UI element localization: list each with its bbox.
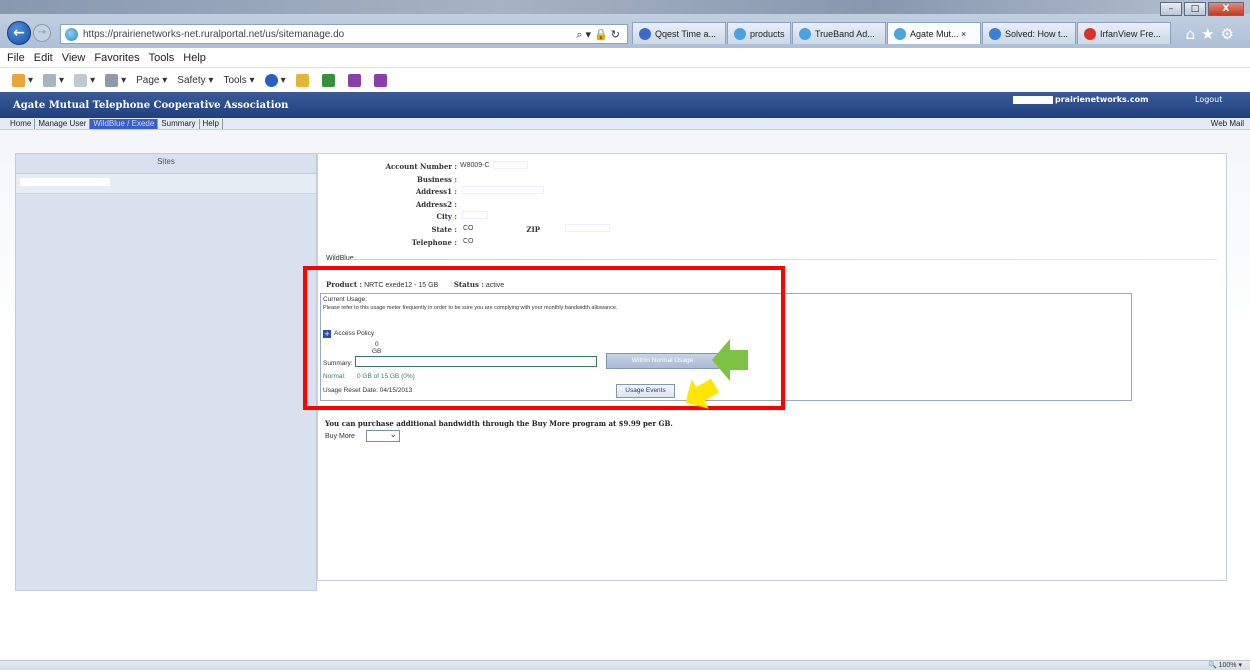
redacted-zip — [565, 224, 610, 232]
onenote-icon[interactable] — [347, 73, 364, 87]
command-bar: ▾ ▾ ▾ ▾ Page ▾ Safety ▾ Tools ▾ ▾ — [0, 68, 1250, 92]
buy-more-select[interactable]: ⌄ — [366, 430, 400, 442]
onenote-icon-2[interactable] — [373, 73, 390, 87]
nav-wildblue-exede[interactable]: WildBlue / Exede — [90, 119, 159, 129]
home-star-gear-icons[interactable]: ⌂★⚙ — [1186, 25, 1240, 43]
browser-tab[interactable]: IrfanView Fre... — [1077, 22, 1171, 44]
tab-favicon-icon — [639, 27, 651, 40]
logout-link[interactable]: Logout — [1195, 95, 1222, 104]
status-bar: 🔍 100% ▾ — [0, 660, 1250, 670]
nav-help[interactable]: Help — [200, 119, 223, 129]
account-number-label: Account Number : — [385, 162, 457, 171]
chevron-down-icon: ⌄ — [389, 430, 397, 440]
telephone-value: CO — [463, 238, 474, 245]
print-icon[interactable]: ▾ — [105, 73, 126, 87]
browser-tab[interactable]: Solved: How t... — [982, 22, 1076, 44]
window-caption — [0, 0, 1250, 14]
menu-edit[interactable]: Edit — [34, 52, 53, 64]
browser-tab[interactable]: Qqest Time a... — [632, 22, 726, 44]
search-lock-refresh-icons[interactable]: ⌕▾🔒↻ — [576, 28, 623, 42]
portal-nav: Home Manage User WildBlue / Exede Summar… — [0, 118, 1250, 130]
maximize-button[interactable]: □ — [1184, 2, 1206, 16]
user-email: prairienetworks.com — [1013, 95, 1148, 104]
menu-help[interactable]: Help — [183, 52, 206, 64]
tab-label: Qqest Time a... — [655, 28, 717, 39]
mail-icon[interactable]: ▾ — [74, 73, 95, 87]
sites-header: Sites — [16, 154, 316, 174]
browser-tab[interactable]: products — [727, 22, 791, 44]
nav-manage-user[interactable]: Manage User — [35, 119, 91, 129]
nav-items: Home Manage User WildBlue / Exede Summar… — [7, 119, 223, 129]
page-menu[interactable]: Page ▾ — [136, 75, 167, 86]
feeds-icon[interactable]: ▾ — [43, 73, 64, 87]
back-arrow-icon[interactable]: ← — [7, 21, 31, 45]
web-mail-link[interactable]: Web Mail — [1211, 119, 1244, 128]
menu-bar: File Edit View Favorites Tools Help — [0, 48, 1250, 68]
tab-label: Solved: How t... — [1005, 28, 1069, 39]
address2-label: Address2 : — [415, 200, 457, 209]
address-url[interactable]: https://prairienetworks-net.ruralportal.… — [83, 29, 344, 40]
help-icon[interactable]: ▾ — [264, 73, 286, 87]
pencil-icon[interactable] — [295, 73, 312, 87]
wildblue-divider — [350, 259, 1218, 260]
tab-label: Agate Mut... × — [910, 28, 967, 39]
address1-label: Address1 : — [415, 187, 457, 196]
portal-header: Agate Mutual Telephone Cooperative Assoc… — [0, 92, 1250, 118]
tab-favicon-icon — [989, 27, 1001, 40]
redacted-address1 — [462, 186, 544, 194]
tab-favicon-icon — [734, 27, 746, 40]
tab-label: products — [750, 28, 785, 39]
menu-view[interactable]: View — [62, 52, 86, 64]
menu-file[interactable]: File — [7, 52, 25, 64]
minimize-button[interactable]: – — [1160, 2, 1182, 16]
business-label: Business : — [416, 175, 457, 184]
tab-label: TrueBand Ad... — [815, 28, 875, 39]
close-window-button[interactable]: X — [1208, 2, 1244, 16]
sites-panel: Sites — [15, 153, 317, 591]
zoom-level[interactable]: 🔍 100% ▾ — [1208, 661, 1242, 669]
addon-icon[interactable] — [321, 73, 338, 87]
zip-label: ZIP — [526, 225, 540, 234]
browser-title-bar: – □ X ← → https://prairienetworks-net.ru… — [0, 0, 1250, 48]
browser-tabs: Qqest Time a... products TrueBand Ad... Aga… — [632, 22, 1172, 44]
org-title: Agate Mutual Telephone Cooperative Assoc… — [13, 100, 289, 111]
safety-menu[interactable]: Safety ▾ — [177, 75, 213, 86]
tab-favicon-icon — [894, 27, 906, 40]
browser-tab[interactable]: TrueBand Ad... — [792, 22, 886, 44]
forward-arrow-icon[interactable]: → — [33, 24, 51, 42]
site-globe-icon — [65, 28, 78, 41]
tools-menu[interactable]: Tools ▾ — [223, 75, 254, 86]
tab-favicon-icon — [1084, 27, 1096, 40]
menu-favorites[interactable]: Favorites — [94, 52, 139, 64]
site-row[interactable] — [16, 174, 316, 194]
redacted-account-number — [493, 161, 528, 169]
buy-more-label: Buy More — [325, 433, 355, 440]
menu-tools[interactable]: Tools — [149, 52, 175, 64]
buy-more-info: You can purchase additional bandwidth th… — [325, 419, 673, 428]
telephone-label: Telephone : — [411, 238, 457, 247]
tab-label: IrfanView Fre... — [1100, 28, 1161, 39]
nav-home[interactable]: Home — [7, 119, 36, 129]
address-bar[interactable]: https://prairienetworks-net.ruralportal.… — [60, 24, 628, 44]
account-number-value: W8009-C — [460, 162, 490, 169]
redacted-site-name — [20, 178, 110, 186]
browser-tab[interactable]: Agate Mut... × — [887, 22, 981, 44]
nav-summary[interactable]: Summary — [158, 119, 200, 129]
tab-favicon-icon — [799, 27, 811, 40]
home-icon[interactable]: ▾ — [12, 73, 33, 87]
yellow-arrow-icon — [685, 378, 719, 409]
redacted-city — [462, 211, 488, 219]
city-label: City : — [436, 212, 457, 221]
window-controls: – □ X — [1158, 2, 1244, 16]
